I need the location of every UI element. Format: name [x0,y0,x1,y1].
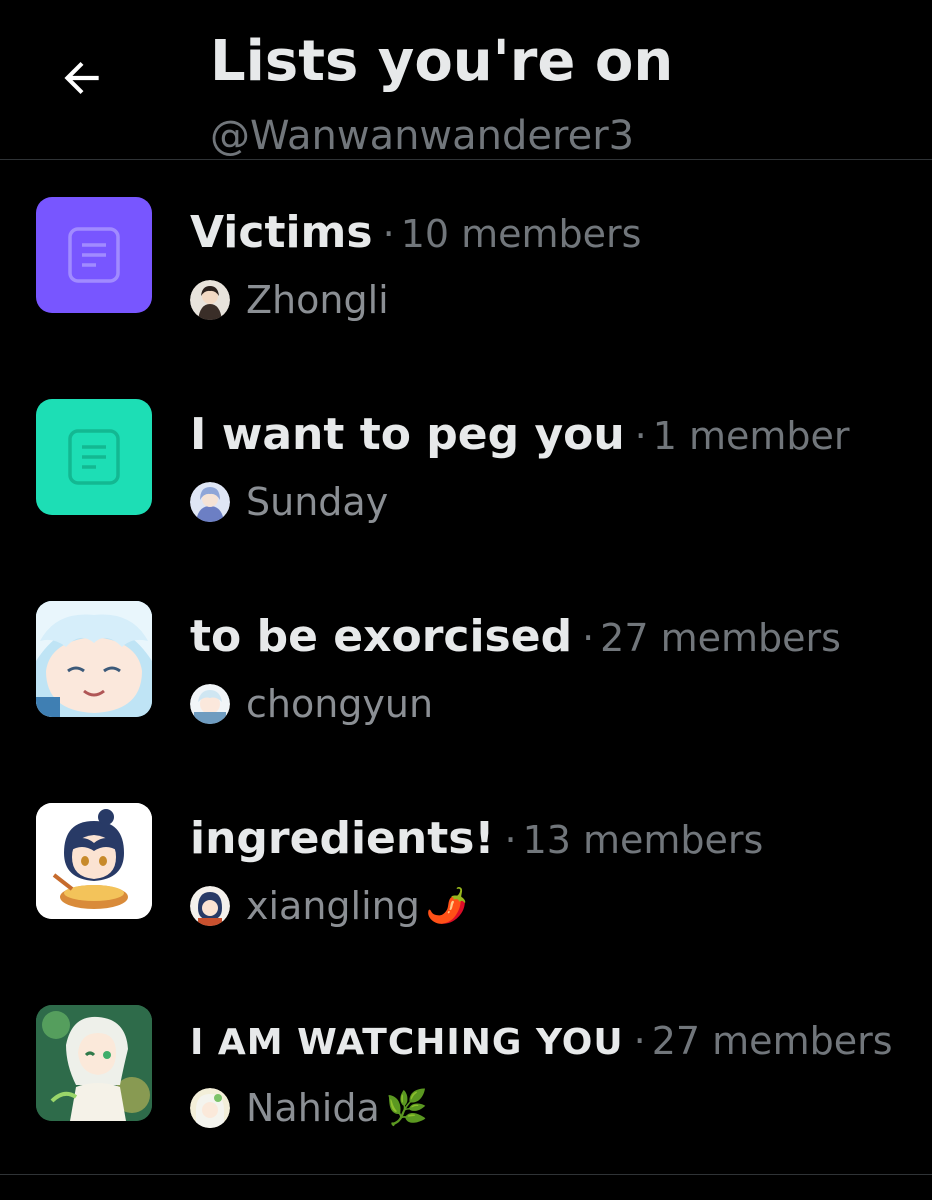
chili-pepper-emoji: 🌶️ [425,886,469,926]
owner-name: Zhongli [246,278,389,322]
list-thumbnail [36,1005,152,1121]
back-button[interactable] [46,42,118,114]
owner-name: Nahida [246,1086,380,1130]
lists-container: Victims · 10 members Zhongli I want to peg… [0,162,932,1172]
top-bar: Lists you're on @Wanwanwanderer3 [0,0,932,160]
list-item-victims[interactable]: Victims · 10 members Zhongli [0,162,932,364]
owner-name: xiangling [246,884,420,928]
avatar [190,886,230,926]
list-document-icon [68,227,120,283]
list-owner: xiangling 🌶️ [190,882,468,930]
member-count: 27 members [600,616,841,660]
list-thumbnail [36,803,152,919]
member-count: 10 members [400,212,642,256]
chibi-portrait-image [36,601,152,717]
list-owner: Zhongli [190,276,389,324]
separator-dot: · [504,818,517,862]
list-item-to-be-exorcised[interactable]: to be exorcised · 27 members chongyun [0,566,932,768]
member-count: 13 members [522,818,764,862]
list-thumbnail [36,399,152,515]
avatar [190,1088,230,1128]
avatar [190,482,230,522]
herb-emoji: 🌿 [385,1088,429,1128]
user-handle: @Wanwanwanderer3 [210,113,635,159]
list-owner: Nahida 🌿 [190,1084,428,1132]
list-title-line: to be exorcised · 27 members [190,610,841,673]
list-name: Victims [190,207,373,258]
list-owner: chongyun [190,680,433,728]
avatar [190,684,230,724]
separator-dot: · [634,414,647,458]
list-title-line: Victims · 10 members [190,206,641,269]
list-title-line: I AM WATCHING YOU · 27 members [190,1014,893,1076]
list-title-line: ingredients! · 13 members [190,812,763,875]
list-name: to be exorcised [190,611,573,662]
list-name: I AM WATCHING YOU [190,1022,624,1063]
portrait-image [36,1005,152,1121]
list-name: I want to peg you [190,409,625,460]
list-item-ingredients[interactable]: ingredients! · 13 members xiangling 🌶️ [0,768,932,970]
separator-dot: · [633,1019,646,1063]
list-title-line: I want to peg you · 1 member [190,408,850,471]
list-document-icon [68,429,120,485]
member-count: 27 members [651,1019,893,1063]
arrow-left-icon [64,61,99,95]
list-thumbnail [36,601,152,717]
page-title: Lists you're on [210,29,674,94]
separator-dot: · [382,212,395,256]
separator-dot: · [582,616,595,660]
member-count: 1 member [652,414,850,458]
divider [0,1174,932,1175]
owner-name: Sunday [246,480,389,524]
list-thumbnail [36,197,152,313]
list-item-i-am-watching-you[interactable]: I AM WATCHING YOU · 27 members Nahida 🌿 [0,970,932,1172]
list-name: ingredients! [190,813,495,864]
list-owner: Sunday [190,478,388,526]
chibi-portrait-image [36,803,152,919]
avatar [190,280,230,320]
list-item-i-want-to-peg-you[interactable]: I want to peg you · 1 member Sunday [0,364,932,566]
owner-name: chongyun [246,682,434,726]
